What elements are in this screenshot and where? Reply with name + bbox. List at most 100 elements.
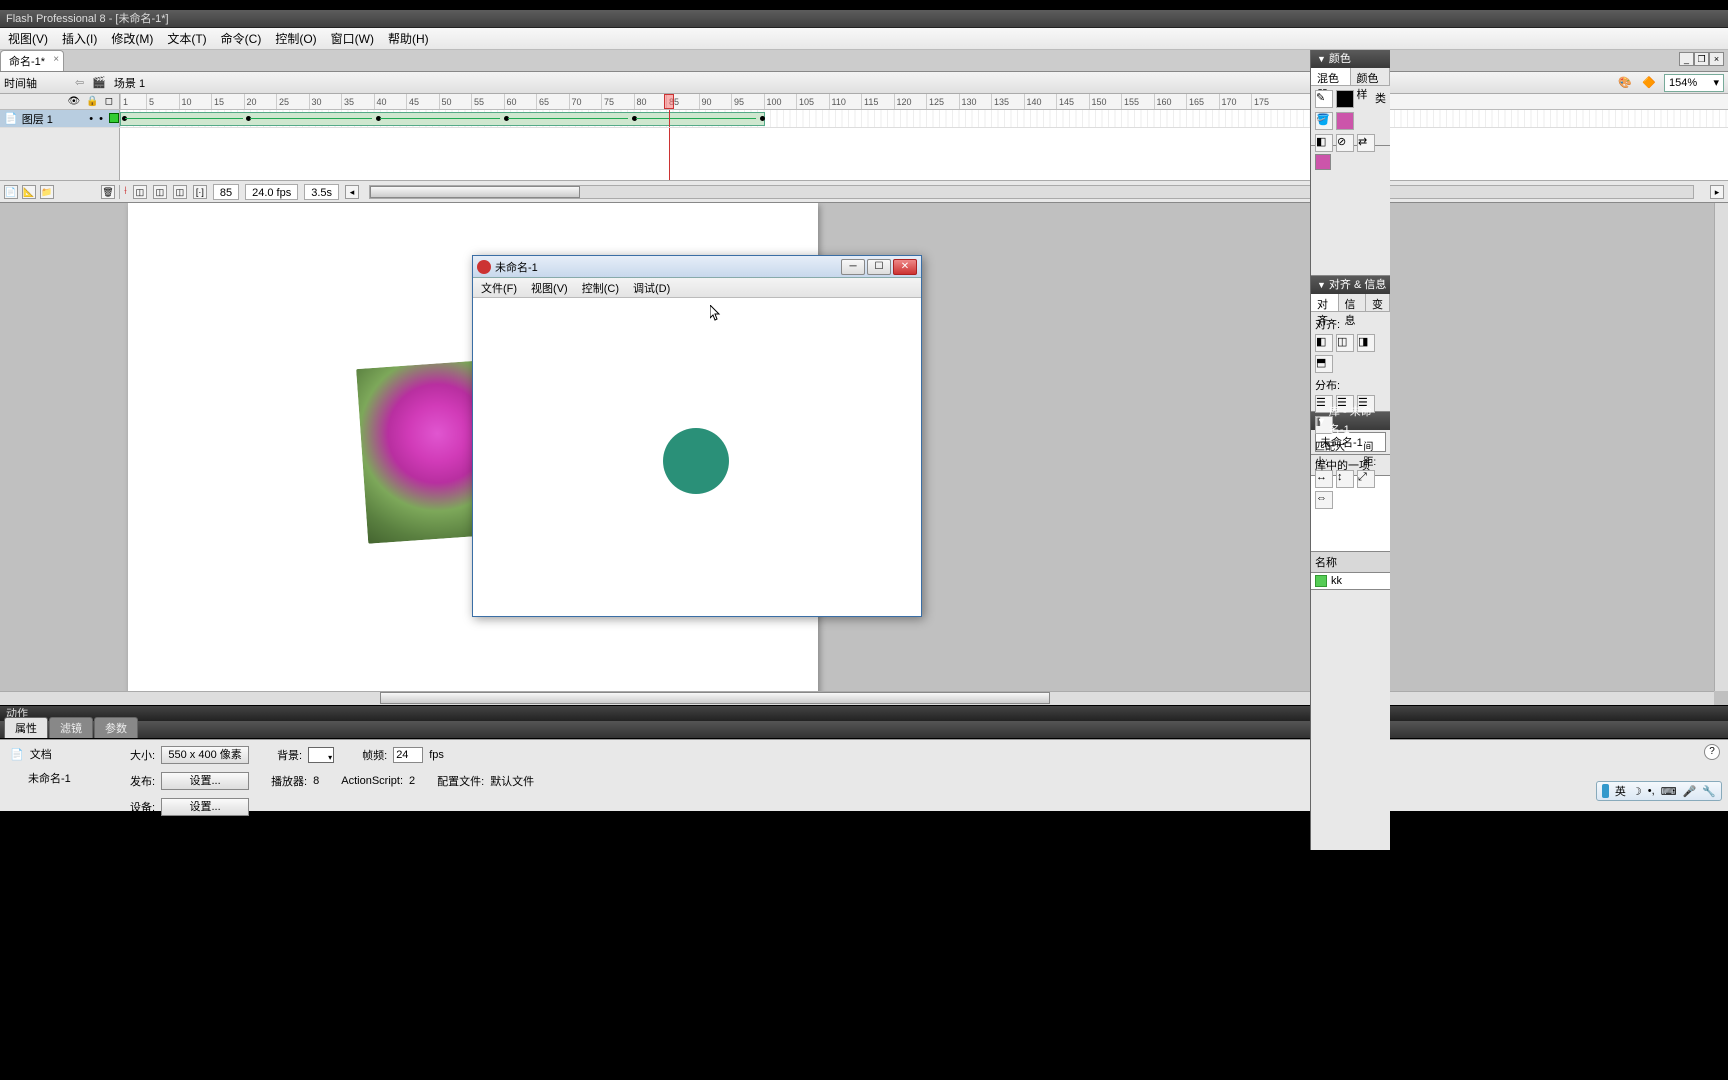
ruler-tick[interactable]: 105 [796,94,814,109]
tab-close-icon[interactable]: × [53,54,59,65]
center-frame-icon[interactable]: ⟊ [124,185,127,198]
ruler-tick[interactable]: 150 [1089,94,1107,109]
menu-view[interactable]: 视图(V) [8,30,48,47]
ruler-tick[interactable]: 25 [276,94,289,109]
ruler-tick[interactable]: 80 [634,94,647,109]
menu-help[interactable]: 帮助(H) [388,30,429,47]
keyframe[interactable] [760,116,765,121]
ruler-tick[interactable]: 165 [1186,94,1204,109]
player-menu-view[interactable]: 视图(V) [531,280,568,296]
ruler-tick[interactable]: 1 [120,94,128,109]
library-name-col[interactable]: 名称 [1315,557,1337,569]
timeline-h-scrollbar[interactable] [369,185,1694,199]
player-menu-file[interactable]: 文件(F) [481,280,517,296]
ruler-tick[interactable]: 155 [1121,94,1139,109]
player-close-icon[interactable]: ✕ [893,259,917,275]
help-icon[interactable]: ? [1704,744,1720,760]
ruler-tick[interactable]: 135 [991,94,1009,109]
outline-icon[interactable]: ◻ [105,96,113,107]
fill-bucket-icon[interactable]: 🪣 [1315,112,1333,130]
ruler-tick[interactable]: 60 [504,94,517,109]
ruler-tick[interactable]: 130 [959,94,977,109]
new-guide-icon[interactable]: 📐 [22,185,36,199]
mdi-minimize-icon[interactable]: _ [1679,52,1694,66]
new-layer-icon[interactable]: 📄 [4,185,18,199]
tab-filters[interactable]: 滤镜 [49,717,93,738]
player-titlebar[interactable]: 未命名-1 ─ ☐ ✕ [473,256,921,278]
onion-skin-icon[interactable]: ◫ [133,185,147,199]
ruler-tick[interactable]: 145 [1056,94,1074,109]
edit-symbol-icon[interactable]: 🔶 [1640,74,1658,92]
ruler-tick[interactable]: 10 [179,94,192,109]
transform-tab[interactable]: 变 [1366,294,1390,311]
ime-lang[interactable]: 英 [1615,783,1626,799]
player-menu-debug[interactable]: 调试(D) [633,280,670,296]
align-panel-header[interactable]: ▼对齐 & 信息 [1311,276,1390,294]
layer-row[interactable]: 📄 图层 1 • • [0,110,120,127]
menu-insert[interactable]: 插入(I) [62,30,97,47]
player-minimize-icon[interactable]: ─ [841,259,865,275]
ruler-tick[interactable]: 35 [341,94,354,109]
actions-panel-header[interactable]: 动作 [0,705,1728,721]
ruler-tick[interactable]: 15 [211,94,224,109]
library-panel-header[interactable]: ▼库 - 未命名-1 [1311,412,1390,430]
ruler-tick[interactable]: 40 [374,94,387,109]
align-tab[interactable]: 对齐 [1311,294,1339,311]
color-tab-mixer[interactable]: 混色器 [1311,68,1351,85]
edit-multiple-icon[interactable]: ◫ [173,185,187,199]
swap-icon[interactable]: ⇄ [1357,134,1375,152]
timeline-frames[interactable] [120,110,1728,127]
fill-color-swatch[interactable] [1336,112,1354,130]
align-left-icon[interactable]: ◧ [1315,334,1333,352]
ruler-tick[interactable]: 45 [406,94,419,109]
ruler-tick[interactable]: 75 [601,94,614,109]
layer-lock-dot[interactable]: • [99,113,103,125]
ime-dot-icon[interactable]: •, [1648,785,1655,797]
ruler-tick[interactable]: 20 [244,94,257,109]
swf-player-window[interactable]: 未命名-1 ─ ☐ ✕ 文件(F) 视图(V) 控制(C) 调试(D) [472,255,922,617]
ime-mic-icon[interactable]: 🎤 [1683,785,1697,798]
ime-keyboard-icon[interactable]: ⌨ [1661,785,1677,798]
align-hcenter-icon[interactable]: ◫ [1336,334,1354,352]
menu-control[interactable]: 控制(O) [275,30,316,47]
player-maximize-icon[interactable]: ☐ [867,259,891,275]
new-folder-icon[interactable]: 📁 [40,185,54,199]
ime-moon-icon[interactable]: ☽ [1632,785,1642,798]
delete-layer-icon[interactable]: 🗑 [101,185,115,199]
publish-settings-button[interactable]: 设置... [161,772,249,790]
menu-text[interactable]: 文本(T) [167,30,206,47]
size-button[interactable]: 550 x 400 像素 [161,746,249,764]
ruler-tick[interactable]: 110 [829,94,846,109]
ruler-tick[interactable]: 170 [1219,94,1237,109]
ruler-tick[interactable]: 5 [146,94,154,109]
scroll-thumb[interactable] [370,186,580,198]
nocolor-icon[interactable]: ⊘ [1336,134,1354,152]
ruler-tick[interactable]: 95 [731,94,744,109]
ruler-tick[interactable]: 55 [471,94,484,109]
mdi-close-icon[interactable]: × [1709,52,1724,66]
info-tab[interactable]: 信息 [1339,294,1367,311]
ruler-tick[interactable]: 70 [569,94,582,109]
tab-properties[interactable]: 属性 [4,717,48,738]
mdi-restore-icon[interactable]: ❐ [1694,52,1709,66]
ime-toolbar[interactable]: 英 ☽ •, ⌨ 🎤 🔧 [1596,781,1722,801]
zoom-dropdown[interactable]: 154% ▾ [1664,74,1724,92]
timeline-ruler[interactable]: 1510152025303540455055606570758085909510… [120,94,1728,109]
menu-modify[interactable]: 修改(M) [111,30,153,47]
ruler-tick[interactable]: 160 [1154,94,1172,109]
library-thumbnail[interactable] [1315,154,1331,170]
ruler-tick[interactable]: 125 [926,94,944,109]
device-settings-button[interactable]: 设置... [161,798,249,816]
scene-name[interactable]: 场景 1 [114,75,145,91]
color-tab-swatches[interactable]: 颜色样 [1351,68,1391,85]
menu-window[interactable]: 窗口(W) [331,30,374,47]
scroll-right-icon[interactable]: ▸ [1710,185,1724,199]
fps-input[interactable] [393,747,423,763]
ruler-tick[interactable]: 120 [894,94,912,109]
stroke-color-swatch[interactable] [1336,90,1354,108]
back-arrow-icon[interactable]: ⇦ [75,76,84,89]
stage-v-scrollbar[interactable] [1714,203,1728,691]
scroll-left-icon[interactable]: ◂ [345,185,359,199]
modify-markers-icon[interactable]: [·] [193,185,207,199]
ruler-tick[interactable]: 115 [861,94,878,109]
